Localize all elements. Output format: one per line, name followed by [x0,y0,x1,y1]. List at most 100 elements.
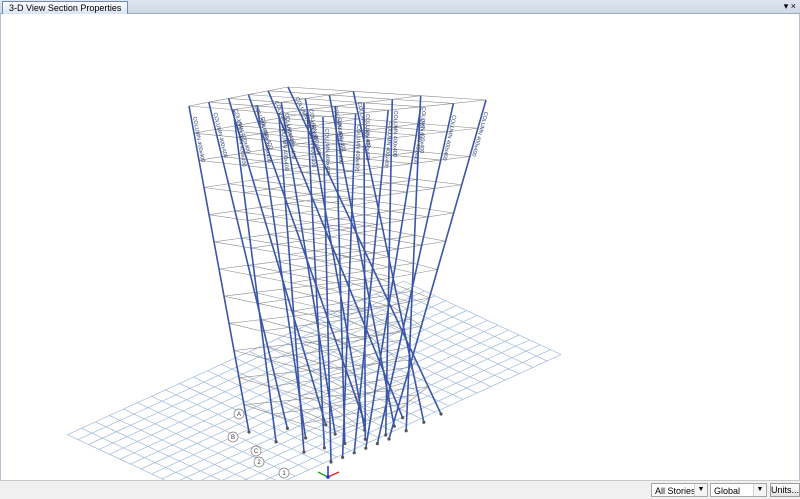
floor-beam [320,181,365,188]
floor-beam [301,168,327,173]
floor-beam [317,302,342,308]
floor-beam [254,275,292,284]
support-icon [439,412,443,416]
floor-beam [364,382,376,392]
floor-beam [285,295,313,300]
floor-beam [208,214,248,221]
floor-beam [228,183,270,190]
floor-beam [345,173,372,179]
floor-beam [228,179,253,185]
floor-beam [251,247,290,255]
column-labels: COLUMN 400x400 COLUMN 400x400 COLUMN 400x4… [191,96,489,175]
grid-bubble-label: C [254,449,259,455]
floor-beam [388,256,414,264]
floor-beam [315,284,341,293]
floor-beam [402,325,422,331]
support-icon [285,426,289,430]
floor-beam [252,175,278,181]
floor-beam [389,235,415,240]
support-icon [341,455,345,459]
floor-beam [238,377,270,387]
support-icon [333,432,337,436]
floor-beam [301,410,324,420]
floor-beam [356,228,383,234]
floor-beam [285,194,312,199]
floor-beam [415,207,454,214]
floor-beam [353,90,421,97]
floor-beam [312,195,340,201]
grid-bubble-label: A [237,412,241,418]
floor-beam [260,203,288,208]
floor-beam [293,310,328,319]
floor-beam [261,319,290,328]
grid-bubble-label: B [231,435,235,441]
floor-beam [203,187,244,193]
units-button[interactable]: Units... [770,483,800,497]
floor-beam [337,190,380,197]
floor-beam [254,288,286,293]
floor-beam [299,391,322,396]
floor-beam [379,191,408,197]
support-icon [387,437,391,441]
floor-beam [272,413,302,425]
floor-beam [280,400,302,411]
coordinate-system-select[interactable]: Global ▼ [710,483,767,497]
floor-beam [294,184,338,191]
stories-select[interactable]: All Stories ▼ [651,483,708,497]
floor-beam [247,216,274,221]
floor-beam [339,246,375,254]
floor-beam [364,186,408,193]
floor-beam [306,253,336,259]
floor-beam [330,232,357,238]
floor-beam [382,228,415,236]
floor-beam [350,205,391,212]
floor-beam [243,192,286,199]
status-bar: All Stories ▼ Global ▼ Units... [0,480,800,499]
floor-beam [390,210,429,218]
floor-beam [330,428,344,434]
floor-beam [318,330,342,336]
support-icon [247,430,251,434]
floor-beam [252,179,295,186]
floor-beam [208,101,258,107]
close-icon[interactable]: ▾ × [784,0,796,12]
support-icon [384,433,388,437]
floor-beam [277,172,302,177]
floor-beam [390,179,418,184]
floor-beam [364,322,388,328]
floor-beam [388,290,413,296]
floor-beam [289,250,315,255]
floor-beam [234,210,274,217]
floor-beam [228,323,262,332]
floor-beam [286,203,326,210]
support-icon [329,460,333,464]
floor-beam [213,237,242,243]
support-icon [375,442,379,446]
floor-beam [301,406,331,411]
floor-beam [254,292,286,300]
floor-beam [337,186,365,191]
tab-3d-view[interactable]: 3-D View Section Properties [2,1,129,14]
floor-beam [407,188,435,193]
floor-beam [285,288,313,297]
floor-beam [268,86,289,92]
floor-beam [350,252,375,258]
floor-beam [277,244,315,251]
3d-model-canvas[interactable]: COLUMN 400x400 COLUMN 400x400 COLUMN 400x4… [0,14,800,480]
support-icon [352,451,356,455]
floor-beam [308,264,336,269]
floor-beam [312,222,352,229]
floor-beam [364,182,391,188]
floor-beam [339,287,368,293]
floor-beam [269,188,312,195]
floor-beam [326,285,350,290]
structural-model-3d[interactable]: COLUMN 400x400 COLUMN 400x400 COLUMN 400x4… [1,14,799,480]
floor-beam [223,295,259,304]
floor-beam [434,184,462,189]
support-icon [401,416,405,420]
floor-beam [390,207,416,212]
floor-beam [340,298,365,304]
floor-beam [392,95,421,100]
floor-beam [364,242,398,250]
support-icon [324,423,328,427]
